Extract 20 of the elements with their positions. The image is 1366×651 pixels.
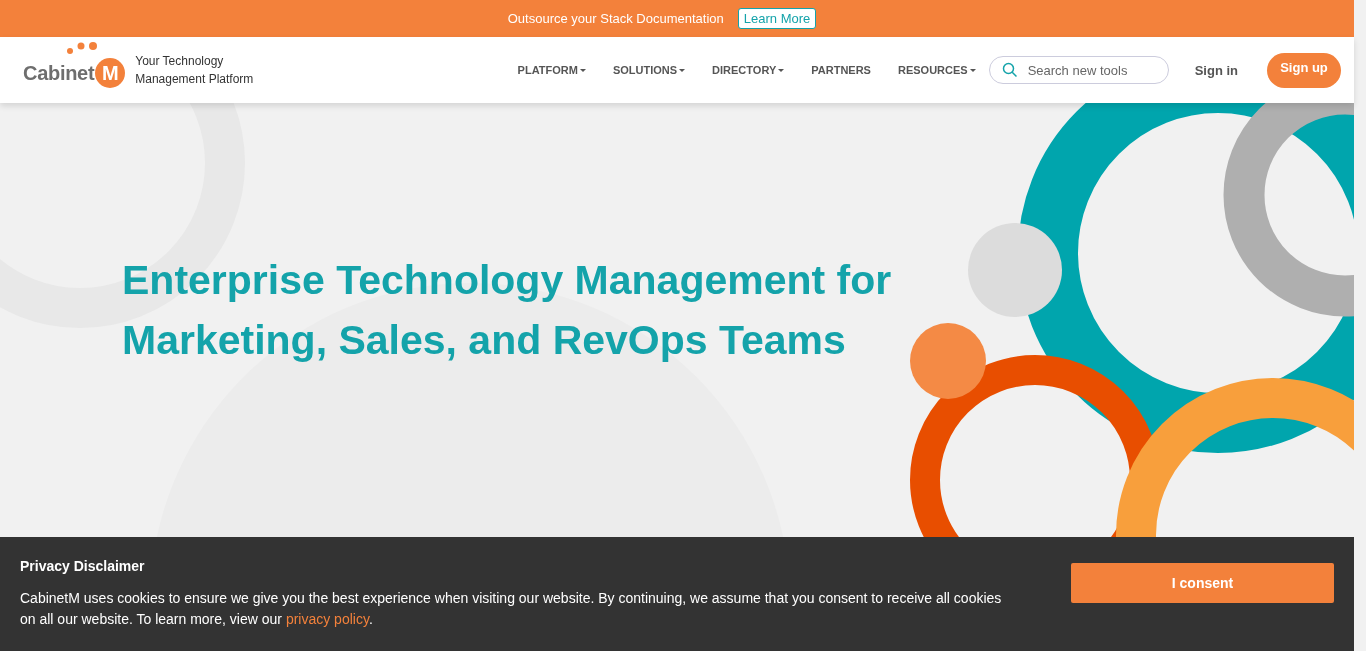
hero-heading: Enterprise Technology Management for Marketing, Sales, and RevOps Teams	[122, 256, 892, 365]
tagline-text: Your Technology	[135, 53, 225, 70]
tagline-text: Management Platform	[135, 71, 254, 88]
search-icon	[1001, 62, 1018, 78]
cookie-title: Privacy Disclaimer	[20, 558, 146, 574]
nav-link[interactable]: SOLUTIONS	[612, 64, 686, 76]
logo-wordmark[interactable]: Cabinet	[23, 61, 95, 85]
caret-icon	[579, 68, 586, 72]
nav-link[interactable]: PLATFORM	[517, 64, 586, 76]
privacy-policy-link[interactable]: privacy policy	[285, 611, 369, 627]
caret-icon	[778, 68, 785, 72]
search-field[interactable]: Search new tools	[988, 56, 1169, 84]
caret-icon	[679, 68, 686, 72]
caret-icon	[969, 68, 976, 72]
cookie-message: CabinetM uses cookies to ensure we give you the best experience when visiting our website. By continuing, we assume that you consent to receive all cookies on all our website. To learn more, view our privacy policy.	[20, 589, 1003, 629]
nav-link[interactable]: RESOURCES	[897, 64, 976, 76]
nav-link[interactable]: PARTNERS	[811, 64, 871, 76]
sign-in-link[interactable]: Sign in	[1194, 62, 1238, 78]
nav-link[interactable]: DIRECTORY	[712, 64, 785, 76]
announcement-text: Outsource your Stack Documentation	[507, 11, 724, 26]
